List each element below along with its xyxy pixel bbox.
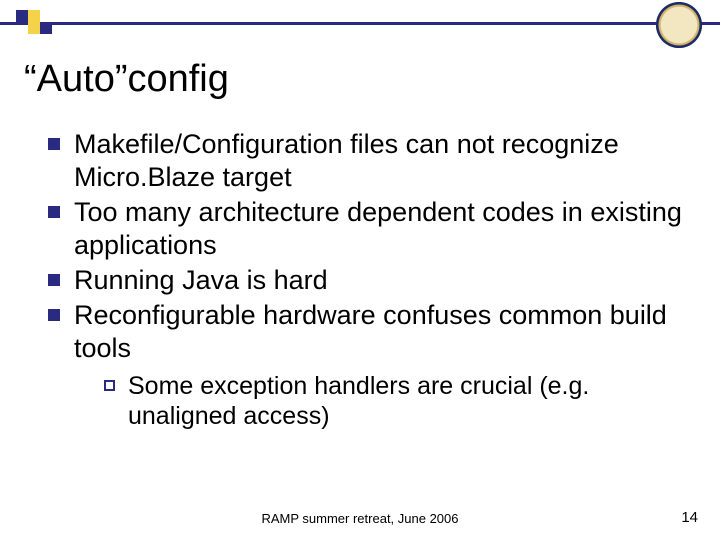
list-item: Some exception handlers are crucial (e.g… (104, 371, 696, 432)
slide-title: “Auto”config (24, 58, 229, 101)
bullet-text: Reconfigurable hardware confuses common … (74, 300, 667, 363)
bullet-text: Too many architecture dependent codes in… (74, 197, 682, 260)
bullet-text: Makefile/Configuration files can not rec… (74, 129, 619, 192)
list-item: Reconfigurable hardware confuses common … (48, 299, 696, 432)
bullet-list: Makefile/Configuration files can not rec… (48, 128, 696, 432)
square-icon (16, 10, 28, 22)
page-number: 14 (681, 509, 698, 526)
bullet-text: Running Java is hard (74, 265, 328, 295)
sub-bullet-text: Some exception handlers are crucial (e.g… (128, 372, 589, 431)
square-icon (28, 22, 40, 34)
footer-text: RAMP summer retreat, June 2006 (0, 511, 720, 526)
list-item: Running Java is hard (48, 264, 696, 297)
square-icon (40, 22, 52, 34)
seal-logo-icon (656, 2, 702, 48)
sub-bullet-list: Some exception handlers are crucial (e.g… (104, 371, 696, 432)
list-item: Too many architecture dependent codes in… (48, 196, 696, 262)
header-rule (0, 22, 720, 25)
square-icon (28, 10, 40, 22)
header-decoration (16, 10, 40, 22)
slide-body: Makefile/Configuration files can not rec… (48, 128, 696, 434)
list-item: Makefile/Configuration files can not rec… (48, 128, 696, 194)
